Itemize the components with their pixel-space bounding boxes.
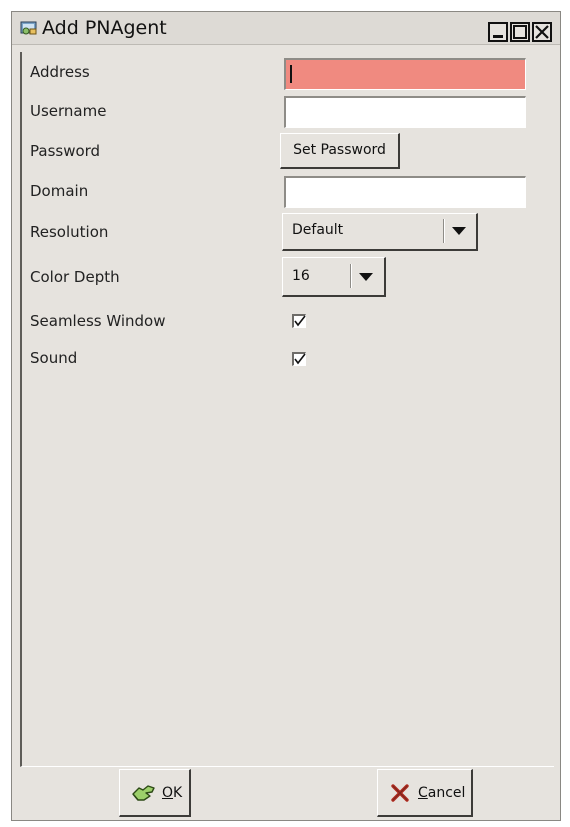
- seamless-window-label: Seamless Window: [30, 312, 166, 330]
- username-label: Username: [30, 102, 107, 120]
- color-depth-label: Color Depth: [30, 268, 120, 286]
- checkmark-icon: [294, 353, 306, 365]
- cancel-mnemonic: C: [418, 785, 428, 801]
- cancel-label-rest: ancel: [427, 785, 466, 801]
- minimize-icon: [493, 35, 503, 38]
- ok-label: OK: [162, 785, 182, 801]
- ok-hand-icon: [132, 785, 155, 801]
- window-title: Add PNAgent: [42, 17, 167, 39]
- username-input[interactable]: [284, 96, 526, 128]
- address-label: Address: [30, 63, 90, 81]
- title-bar[interactable]: Add PNAgent: [12, 12, 560, 45]
- seamless-window-checkbox[interactable]: [292, 314, 306, 328]
- resolution-selected: Default: [292, 222, 344, 238]
- set-password-button[interactable]: Set Password: [280, 133, 400, 169]
- pnagent-app-icon: [20, 21, 37, 35]
- close-icon: [535, 25, 549, 39]
- dropdown-separator: [350, 264, 352, 288]
- ok-label-rest: K: [173, 785, 183, 801]
- resolution-label: Resolution: [30, 223, 109, 241]
- add-pnagent-dialog: Add PNAgent Address Username Password Se…: [11, 11, 561, 821]
- checkmark-icon: [294, 315, 306, 327]
- dropdown-separator: [443, 219, 445, 243]
- maximize-button[interactable]: [510, 22, 530, 42]
- maximize-icon: [513, 25, 527, 39]
- cancel-label: Cancel: [418, 785, 465, 801]
- domain-label: Domain: [30, 182, 89, 200]
- password-label: Password: [30, 142, 101, 160]
- chevron-down-icon: [359, 273, 373, 281]
- color-depth-selected: 16: [292, 268, 310, 284]
- address-input[interactable]: [284, 58, 526, 90]
- set-password-label: Set Password: [293, 142, 386, 158]
- chevron-down-icon: [452, 227, 466, 235]
- sound-checkbox[interactable]: [292, 352, 306, 366]
- domain-input[interactable]: [284, 176, 526, 208]
- ok-button[interactable]: OK: [119, 769, 191, 817]
- minimize-button[interactable]: [488, 22, 508, 42]
- cancel-button[interactable]: Cancel: [377, 769, 473, 817]
- resolution-dropdown[interactable]: Default: [282, 213, 478, 251]
- ok-mnemonic: O: [162, 785, 174, 801]
- text-cursor: [290, 65, 292, 83]
- form-panel: Address Username Password Set Password D…: [20, 52, 554, 767]
- cancel-x-icon: [391, 784, 409, 802]
- close-button[interactable]: [532, 22, 552, 42]
- sound-label: Sound: [30, 349, 78, 367]
- color-depth-dropdown[interactable]: 16: [282, 257, 386, 297]
